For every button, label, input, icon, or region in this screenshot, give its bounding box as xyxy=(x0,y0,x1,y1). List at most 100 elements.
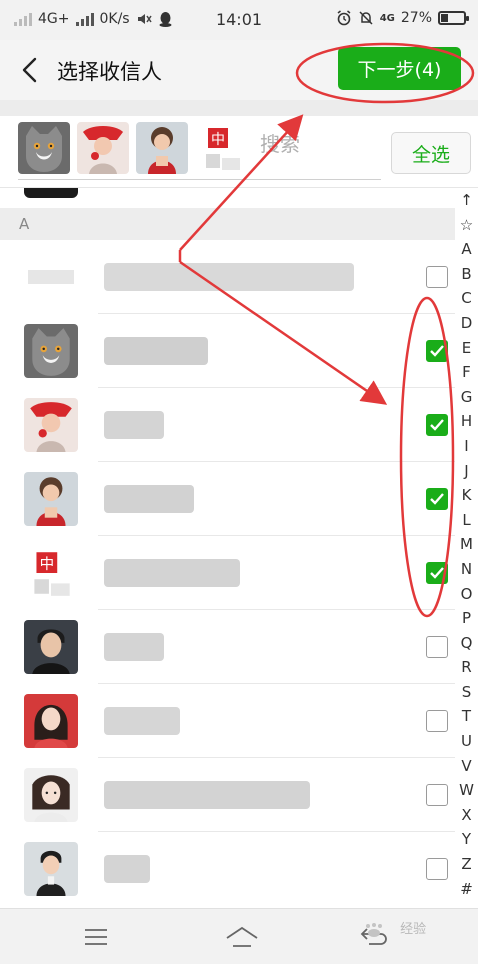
contact-row[interactable] xyxy=(0,462,455,536)
contact-checkbox[interactable] xyxy=(426,710,448,732)
cat-avatar-icon xyxy=(24,324,78,378)
page-title: 选择收信人 xyxy=(57,60,162,84)
index-letter-m[interactable]: M xyxy=(460,532,473,557)
alphabet-index[interactable]: ↑ ☆ A B C D E F G H I J K L M N O P Q R … xyxy=(455,188,478,908)
contact-avatar xyxy=(24,472,78,526)
contact-checkbox[interactable] xyxy=(426,636,448,658)
svg-text:中: 中 xyxy=(211,132,225,148)
blur-block xyxy=(104,707,180,735)
index-letter-n[interactable]: N xyxy=(461,557,472,582)
contact-avatar xyxy=(24,768,78,822)
blur-block xyxy=(104,337,208,365)
index-letter-o[interactable]: O xyxy=(461,582,473,607)
blur-block xyxy=(104,263,354,291)
index-star[interactable]: ☆ xyxy=(460,213,473,238)
index-letter-f[interactable]: F xyxy=(462,360,471,385)
section-header-a: A xyxy=(0,208,455,240)
battery-icon xyxy=(438,11,469,25)
contact-checkbox[interactable] xyxy=(426,414,448,436)
index-letter-g[interactable]: G xyxy=(461,385,473,410)
contact-checkbox[interactable] xyxy=(426,858,448,880)
contact-checkbox[interactable] xyxy=(426,266,448,288)
blur-block xyxy=(104,411,164,439)
index-letter-w[interactable]: W xyxy=(459,778,474,803)
index-letter-p[interactable]: P xyxy=(462,606,471,631)
index-letter-a[interactable]: A xyxy=(461,237,471,262)
contact-row[interactable] xyxy=(0,314,455,388)
blur-block xyxy=(104,559,240,587)
boy-avatar-icon xyxy=(24,842,78,896)
index-letter-c[interactable]: C xyxy=(461,286,471,311)
contact-avatar xyxy=(24,250,78,304)
index-arrow-up[interactable]: ↑ xyxy=(460,188,473,213)
menu-button[interactable] xyxy=(76,921,116,953)
contact-row[interactable] xyxy=(0,684,455,758)
contact-avatar xyxy=(24,694,78,748)
network-right: 4G xyxy=(379,12,395,24)
contact-checkbox[interactable] xyxy=(426,784,448,806)
selected-avatar-baby[interactable] xyxy=(77,122,129,174)
index-letter-q[interactable]: Q xyxy=(461,631,473,656)
child-avatar-icon xyxy=(136,122,188,174)
contact-checkbox[interactable] xyxy=(426,488,448,510)
select-all-button[interactable]: 全选 xyxy=(391,132,471,174)
seal-avatar-icon: 中 xyxy=(196,122,248,174)
next-step-button[interactable]: 下一步(4) xyxy=(338,47,461,90)
contact-row[interactable] xyxy=(0,388,455,462)
contact-row[interactable] xyxy=(0,758,455,832)
index-letter-j[interactable]: J xyxy=(464,459,468,484)
index-letter-k[interactable]: K xyxy=(462,483,472,508)
contact-row[interactable] xyxy=(0,240,455,314)
svg-text:中: 中 xyxy=(40,556,55,573)
partial-avatar xyxy=(24,188,78,198)
contact-row[interactable] xyxy=(0,832,455,906)
home-button[interactable] xyxy=(222,921,262,953)
index-letter-t[interactable]: T xyxy=(462,704,471,729)
index-letter-v[interactable]: V xyxy=(461,754,471,779)
header: 选择收信人 下一步(4) xyxy=(0,40,478,100)
index-hash[interactable]: # xyxy=(460,877,473,902)
index-letter-b[interactable]: B xyxy=(461,262,471,287)
blur-block xyxy=(104,485,194,513)
cat-avatar-icon xyxy=(18,122,70,174)
search-input[interactable] xyxy=(260,132,380,156)
index-letter-s[interactable]: S xyxy=(462,680,472,705)
watermark-text: 经验 xyxy=(400,922,427,937)
contact-row[interactable] xyxy=(0,610,455,684)
contact-avatar xyxy=(24,620,78,674)
index-letter-y[interactable]: Y xyxy=(462,827,471,852)
baby-red-avatar-icon xyxy=(77,122,129,174)
selected-avatar-seal[interactable]: 中 xyxy=(196,122,248,174)
index-letter-i[interactable]: I xyxy=(464,434,468,459)
woman-hat-avatar-icon xyxy=(24,768,78,822)
index-letter-l[interactable]: L xyxy=(462,508,470,533)
home-icon xyxy=(226,926,258,947)
index-letter-d[interactable]: D xyxy=(461,311,473,336)
seal-avatar-icon: 中 xyxy=(24,546,78,600)
index-letter-x[interactable]: X xyxy=(461,803,471,828)
status-bar: 4G+ 0K/s 14:01 4G 27% xyxy=(0,0,478,40)
checkmark-icon xyxy=(430,419,444,431)
selected-avatar-cat[interactable] xyxy=(18,122,70,174)
contact-checkbox[interactable] xyxy=(426,562,448,584)
alarm-icon xyxy=(337,10,351,26)
index-letter-r[interactable]: R xyxy=(461,655,471,680)
chevron-left-icon xyxy=(22,57,37,83)
contact-row[interactable]: 中 xyxy=(0,536,455,610)
checkmark-icon xyxy=(430,493,444,505)
watermark: 经验 xyxy=(362,918,426,938)
contact-avatar: 中 xyxy=(24,546,78,600)
index-letter-z[interactable]: Z xyxy=(461,852,471,877)
selected-avatar-child[interactable] xyxy=(136,122,188,174)
blur-block xyxy=(104,855,150,883)
index-letter-u[interactable]: U xyxy=(461,729,472,754)
search-underline xyxy=(18,179,381,180)
index-letter-e[interactable]: E xyxy=(462,336,471,361)
contact-checkbox[interactable] xyxy=(426,340,448,362)
baby-red-avatar-icon xyxy=(24,398,78,452)
back-button[interactable] xyxy=(14,54,44,86)
index-letter-h[interactable]: H xyxy=(461,409,472,434)
checkmark-icon xyxy=(430,567,444,579)
blurred-avatar xyxy=(28,270,74,284)
man-avatar-icon xyxy=(24,620,78,674)
